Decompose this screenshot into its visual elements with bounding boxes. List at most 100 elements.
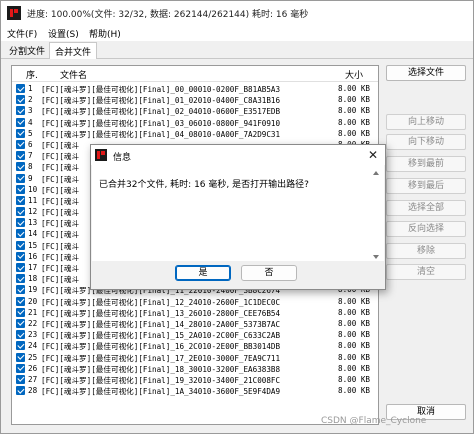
list-item[interactable]: 26 [FC][魂斗罗][最佳可视化][Final]_18_30010-3200F… [12,363,378,374]
tab-merge-file[interactable]: 合并文件 [49,42,98,59]
scroll-up-icon[interactable] [373,171,379,175]
checkbox-checked-icon[interactable] [16,139,25,149]
checkbox-checked-icon[interactable] [16,117,25,127]
app-icon [95,149,107,161]
row-file-size: 8.00 KB [338,106,371,116]
checkbox-checked-icon[interactable] [16,229,25,239]
move-up-button[interactable]: 向上移动 [386,114,466,130]
checkbox-checked-icon[interactable] [16,296,25,306]
row-index: 22 [28,318,38,328]
remove-button[interactable]: 移除 [386,243,466,259]
list-item[interactable]: 27 [FC][魂斗罗][最佳可视化][Final]_19_32010-3400F… [12,374,378,385]
checkbox-checked-icon[interactable] [16,218,25,228]
move-to-top-button[interactable]: 移到最前 [386,156,466,172]
list-item[interactable]: 22 [FC][魂斗罗][最佳可视化][Final]_14_28010-2A00F… [12,318,378,329]
checkbox-checked-icon[interactable] [16,274,25,284]
dialog-title-bar[interactable]: 信息 ✕ [91,145,385,165]
move-down-button[interactable]: 向下移动 [386,134,466,150]
checkbox-checked-icon[interactable] [16,330,25,340]
move-to-bottom-button[interactable]: 移到最后 [386,178,466,194]
checkbox-checked-icon[interactable] [16,307,25,317]
checkbox-checked-icon[interactable] [16,173,25,183]
checkbox-checked-icon[interactable] [16,318,25,328]
list-item[interactable]: 24 [FC][魂斗罗][最佳可视化][Final]_16_2C010-2E00F… [12,340,378,351]
checkbox-checked-icon[interactable] [16,162,25,172]
row-file-size: 8.00 KB [338,330,371,340]
row-index: 5 [28,128,33,138]
app-icon [7,6,21,20]
checkbox-checked-icon[interactable] [16,352,25,362]
checkbox-checked-icon[interactable] [16,195,25,205]
checkbox-checked-icon[interactable] [16,263,25,272]
list-item[interactable]: 23 [FC][魂斗罗][最佳可视化][Final]_15_2A010-2C00F… [12,329,378,340]
row-index: 21 [28,307,38,317]
checkbox-checked-icon[interactable] [16,251,25,261]
window-title: 进度: 100.00%(文件: 32/32, 数据: 262144/262144… [27,10,309,20]
menu-settings[interactable]: 设置(S) [48,27,79,40]
row-file-size: 8.00 KB [338,84,371,93]
invert-selection-button[interactable]: 反向选择 [386,221,466,237]
yes-button[interactable]: 是 [175,265,231,281]
checkbox-checked-icon[interactable] [16,341,25,351]
header-file-name[interactable]: 文件名 [60,68,87,81]
checkbox-checked-icon[interactable] [16,374,25,384]
close-icon[interactable]: ✕ [365,147,381,163]
checkbox-checked-icon[interactable] [16,184,25,194]
row-index: 4 [28,117,33,127]
row-index: 3 [28,106,33,116]
checkbox-checked-icon[interactable] [16,207,25,217]
row-index: 11 [28,195,38,205]
watermark: CSDN @Flame_Cyclone [321,416,427,426]
row-index: 26 [28,363,38,373]
list-item[interactable]: 2 [FC][魂斗罗][最佳可视化][Final]_01_02010-0400F_… [12,94,378,105]
checkbox-checked-icon[interactable] [16,84,25,93]
menu-file[interactable]: 文件(F) [7,27,37,40]
row-index: 17 [28,263,38,272]
list-item[interactable]: 5 [FC][魂斗罗][最佳可视化][Final]_04_08010-0A00F_… [12,128,378,139]
row-file-size: 8.00 KB [338,117,371,127]
header-index[interactable]: 序. [26,68,38,81]
list-item[interactable]: 4 [FC][魂斗罗][最佳可视化][Final]_03_06010-0800F_… [12,117,378,128]
dialog-message: 已合并32个文件, 耗时: 16 毫秒, 是否打开输出路径? [99,180,309,190]
menu-help[interactable]: 帮助(H) [89,27,121,40]
row-file-size: 8.00 KB [338,374,371,384]
checkbox-checked-icon[interactable] [16,106,25,116]
info-dialog: 信息 ✕ 已合并32个文件, 耗时: 16 毫秒, 是否打开输出路径? 是 否 [90,144,386,290]
list-item[interactable]: 28 [FC][魂斗罗][最佳可视化][Final]_1A_34010-3600F… [12,385,378,396]
row-file-name: [FC][魂斗罗][最佳可视化][Final]_1A_34010-3600F_5… [41,387,281,397]
select-all-button[interactable]: 选择全部 [386,200,466,216]
row-index: 7 [28,151,33,161]
list-item[interactable]: 3 [FC][魂斗罗][最佳可视化][Final]_02_04010-0600F_… [12,105,378,116]
tab-split-file[interactable]: 分割文件 [4,42,50,59]
row-file-size: 8.00 KB [338,352,371,362]
dialog-scrollbar[interactable] [373,171,381,259]
list-item[interactable]: 21 [FC][魂斗罗][最佳可视化][Final]_13_26010-2800F… [12,307,378,318]
select-files-button[interactable]: 选择文件 [386,65,466,81]
row-index: 9 [28,173,33,183]
list-item[interactable]: 25 [FC][魂斗罗][最佳可视化][Final]_17_2E010-3000F… [12,352,378,363]
list-header: 序. 文件名 大小 [12,66,378,82]
checkbox-checked-icon[interactable] [16,363,25,373]
dialog-body: 已合并32个文件, 耗时: 16 毫秒, 是否打开输出路径? [92,165,384,261]
row-index: 23 [28,330,38,340]
checkbox-checked-icon[interactable] [16,240,25,250]
checkbox-checked-icon[interactable] [16,386,25,396]
row-file-size: 8.00 KB [338,128,371,138]
checkbox-checked-icon[interactable] [16,95,25,105]
checkbox-checked-icon[interactable] [16,128,25,138]
row-index: 1 [28,84,33,93]
clear-button[interactable]: 清空 [386,264,466,280]
checkbox-checked-icon[interactable] [16,285,25,295]
list-item[interactable]: 1 [FC][魂斗罗][最佳可视化][Final]_00_00010-0200F_… [12,83,378,94]
row-index: 27 [28,374,38,384]
scroll-down-icon[interactable] [373,255,379,259]
checkbox-checked-icon[interactable] [16,151,25,161]
list-item[interactable]: 20 [FC][魂斗罗][最佳可视化][Final]_12_24010-2600F… [12,296,378,307]
header-size[interactable]: 大小 [345,68,363,81]
row-index: 14 [28,229,38,239]
no-button[interactable]: 否 [241,265,297,281]
row-index: 2 [28,95,33,105]
row-file-size: 8.00 KB [338,341,371,351]
title-bar[interactable]: 进度: 100.00%(文件: 32/32, 数据: 262144/262144… [1,1,473,25]
row-file-size: 8.00 KB [338,318,371,328]
